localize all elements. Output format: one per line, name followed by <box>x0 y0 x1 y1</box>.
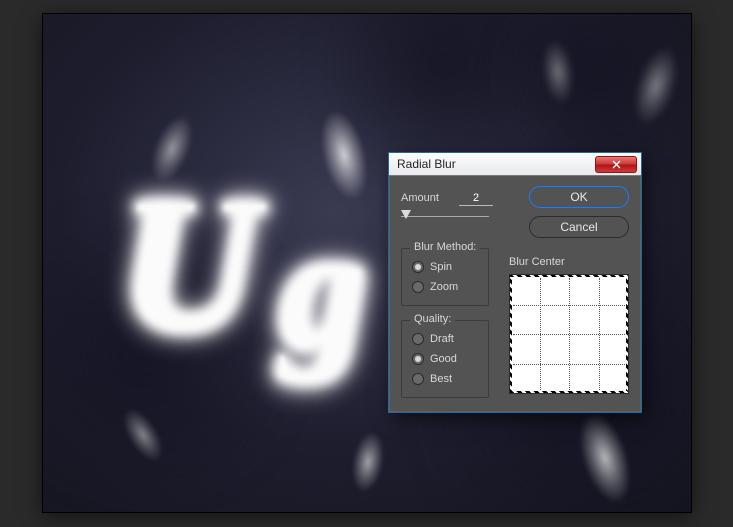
slider-thumb-icon[interactable] <box>401 210 411 219</box>
close-icon <box>612 160 621 169</box>
radio-good[interactable]: Good <box>412 349 478 369</box>
radio-icon <box>412 261 424 273</box>
amount-slider[interactable] <box>401 210 489 224</box>
amount-label: Amount <box>401 192 449 204</box>
ok-button[interactable]: OK <box>529 186 629 208</box>
radio-best[interactable]: Best <box>412 369 478 389</box>
quality-group: Quality: Draft Good Best <box>401 320 489 398</box>
dialog-titlebar[interactable]: Radial Blur <box>389 153 641 176</box>
fluffy-letter-g: g <box>281 192 366 387</box>
radio-label: Best <box>430 373 452 385</box>
radio-label: Draft <box>430 333 454 345</box>
amount-input[interactable] <box>459 190 493 206</box>
radial-blur-dialog: Radial Blur OK Cancel Amount Blur Method… <box>388 152 642 413</box>
radio-icon <box>412 333 424 345</box>
radio-label: Spin <box>430 261 452 273</box>
close-button[interactable] <box>595 156 637 173</box>
radio-zoom[interactable]: Zoom <box>412 277 478 297</box>
radio-label: Good <box>430 353 457 365</box>
cancel-button[interactable]: Cancel <box>529 216 629 238</box>
blur-center-label: Blur Center <box>509 256 629 268</box>
dialog-title: Radial Blur <box>397 157 456 171</box>
quality-title: Quality: <box>410 313 455 325</box>
blur-center-preview[interactable] <box>509 274 629 394</box>
feather-shape <box>348 430 388 494</box>
radio-draft[interactable]: Draft <box>412 329 478 349</box>
radio-label: Zoom <box>430 281 458 293</box>
radio-icon <box>412 281 424 293</box>
blur-method-title: Blur Method: <box>410 241 480 253</box>
fluffy-letter-u: U <box>121 156 258 374</box>
radio-spin[interactable]: Spin <box>412 257 478 277</box>
radio-icon <box>412 353 424 365</box>
blur-method-group: Blur Method: Spin Zoom <box>401 248 489 306</box>
radio-icon <box>412 373 424 385</box>
